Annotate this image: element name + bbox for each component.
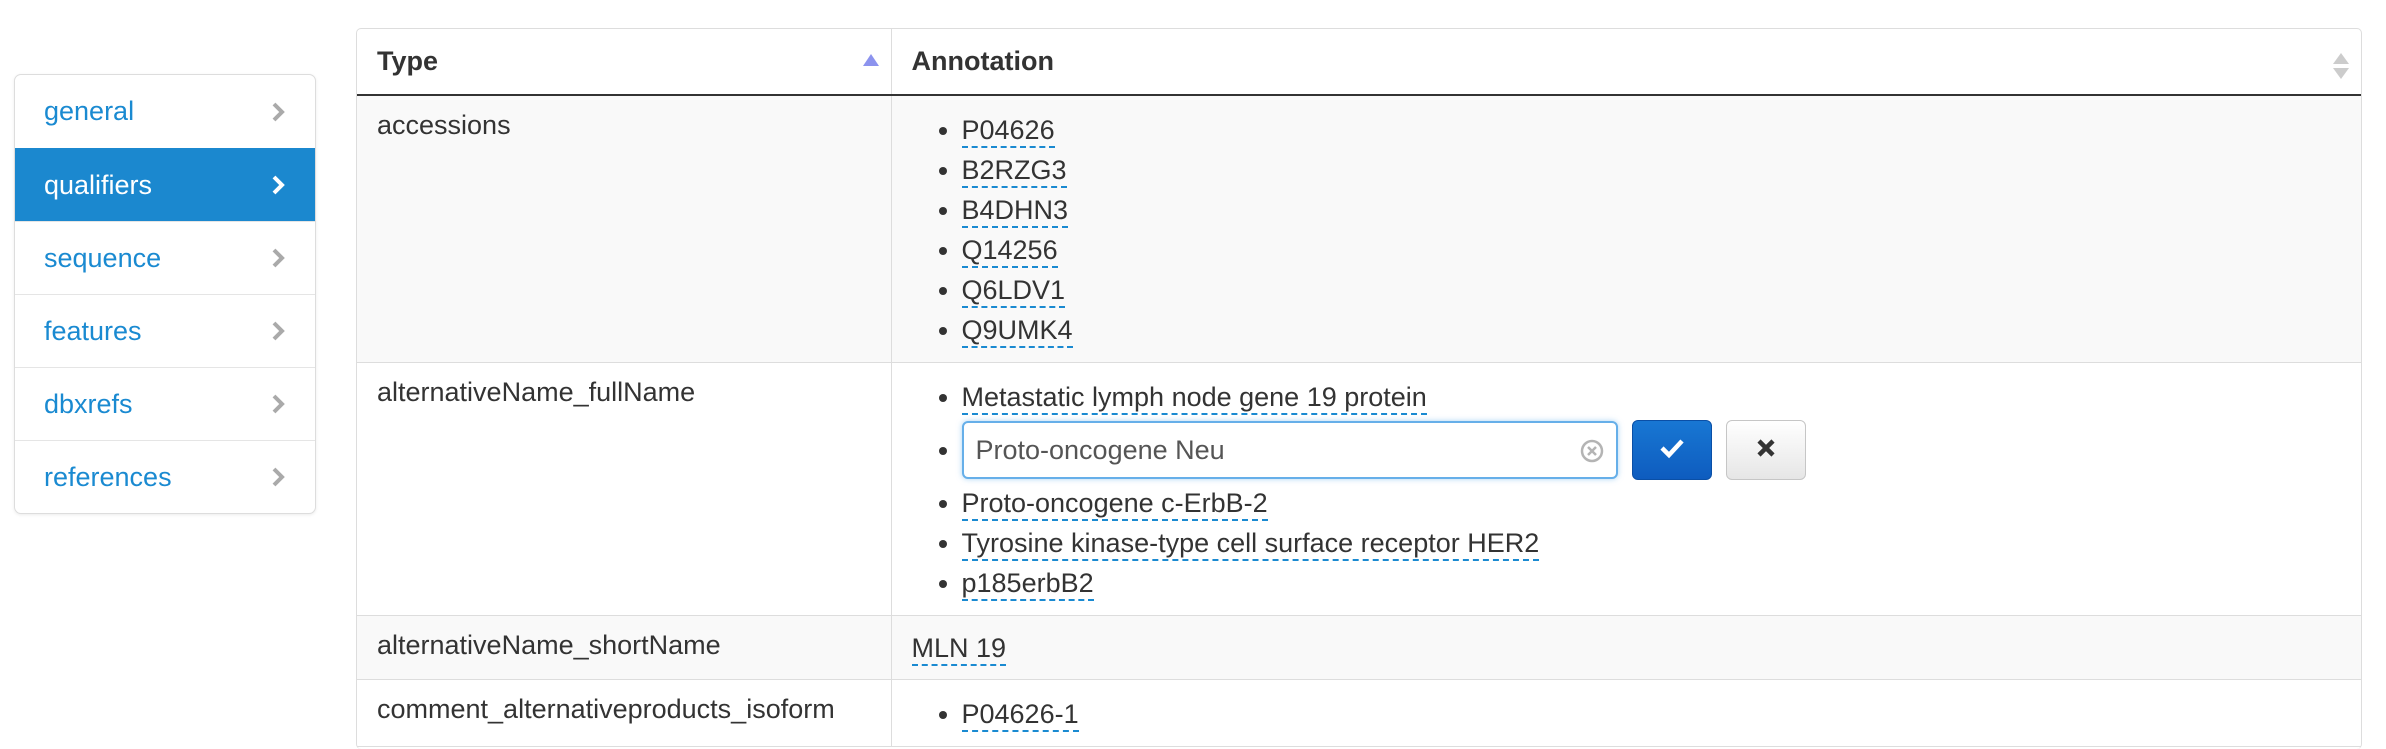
- editable-value[interactable]: P04626: [961, 115, 1055, 148]
- sidebar-item-label: references: [44, 461, 172, 492]
- editable-value[interactable]: Proto-oncogene c-ErbB-2: [961, 488, 1268, 521]
- column-header-type[interactable]: Type: [357, 29, 892, 96]
- value-list: P04626-1: [912, 680, 2342, 746]
- chevron-right-icon: [271, 101, 289, 123]
- type-cell: alternativeName_shortName: [357, 615, 892, 680]
- sidebar-item-features[interactable]: features: [15, 294, 315, 367]
- chevron-right-icon: [271, 393, 289, 415]
- column-header-annotation[interactable]: Annotation: [891, 29, 2361, 96]
- sidebar-nav: general qualifiers sequence features dbx…: [14, 74, 316, 514]
- column-header-label: Annotation: [911, 46, 1054, 76]
- list-item: B4DHN3: [961, 190, 2342, 230]
- editable-value[interactable]: p185erbB2: [961, 568, 1094, 601]
- annotation-cell: Metastatic lymph node gene 19 protein: [891, 363, 2361, 616]
- annotation-cell: P04626 B2RZG3 B4DHN3 Q14256 Q6LDV1 Q9UMK…: [891, 95, 2361, 363]
- editable-value[interactable]: Metastatic lymph node gene 19 protein: [961, 382, 1427, 415]
- check-icon: [1659, 430, 1685, 470]
- type-cell: alternativeName_fullName: [357, 362, 892, 616]
- editable-value[interactable]: B4DHN3: [961, 195, 1069, 228]
- table-row: alternativeName_fullName Metastatic lymp…: [357, 362, 2361, 616]
- table-row: comment_alternativeproducts_isoform P046…: [357, 679, 2361, 747]
- list-item: Metastatic lymph node gene 19 protein: [961, 377, 2342, 417]
- editable-value[interactable]: Q6LDV1: [961, 275, 1066, 308]
- list-item: P04626-1: [961, 694, 2342, 734]
- qualifiers-table: Type Annotation accessions P04626 B2RZG3…: [357, 29, 2361, 747]
- annotation-cell: P04626-1: [891, 680, 2361, 747]
- editable-value[interactable]: Q9UMK4: [961, 315, 1073, 348]
- sort-asc-icon: [862, 54, 879, 66]
- sidebar-item-dbxrefs[interactable]: dbxrefs: [15, 367, 315, 440]
- list-item-editing: [961, 418, 2342, 482]
- list-item: P04626: [961, 110, 2342, 150]
- sidebar-item-references[interactable]: references: [15, 440, 315, 513]
- sidebar-item-label: dbxrefs: [44, 388, 133, 419]
- editable-value[interactable]: Tyrosine kinase-type cell surface recept…: [961, 528, 1540, 561]
- sidebar-item-label: qualifiers: [44, 169, 153, 200]
- inline-edit-field: [961, 421, 1618, 479]
- sidebar-item-sequence[interactable]: sequence: [15, 221, 315, 294]
- sidebar-item-label: general: [44, 96, 135, 126]
- type-cell: accessions: [357, 95, 892, 363]
- editable-value[interactable]: P04626-1: [961, 699, 1079, 732]
- editable-value[interactable]: B2RZG3: [961, 155, 1067, 188]
- sidebar-item-label: sequence: [44, 242, 162, 273]
- chevron-right-icon: [271, 466, 289, 488]
- list-item: Tyrosine kinase-type cell surface recept…: [961, 523, 2342, 563]
- sort-both-icon: [2333, 53, 2349, 79]
- inline-editor: [961, 418, 2342, 482]
- list-item: Q14256: [961, 230, 2342, 270]
- chevron-right-icon: [271, 174, 289, 196]
- sidebar-item-label: features: [44, 315, 142, 346]
- list-item: p185erbB2: [961, 563, 2342, 603]
- list-item: Proto-oncogene c-ErbB-2: [961, 483, 2342, 523]
- chevron-right-icon: [271, 247, 289, 269]
- editable-value[interactable]: MLN 19: [911, 633, 1007, 666]
- inline-edit-input[interactable]: [963, 423, 1616, 477]
- sidebar-item-qualifiers[interactable]: qualifiers: [15, 148, 315, 221]
- list-item: B2RZG3: [961, 150, 2342, 190]
- close-icon: [1755, 430, 1777, 470]
- annotation-cell: MLN 19: [891, 615, 2361, 680]
- confirm-edit-button[interactable]: [1631, 420, 1712, 480]
- cancel-edit-button[interactable]: [1725, 420, 1806, 480]
- value-list: Metastatic lymph node gene 19 protein: [912, 363, 2342, 615]
- value-list: P04626 B2RZG3 B4DHN3 Q14256 Q6LDV1 Q9UMK…: [912, 96, 2342, 362]
- table-row: accessions P04626 B2RZG3 B4DHN3 Q14256 Q…: [357, 95, 2361, 363]
- chevron-right-icon: [271, 320, 289, 342]
- sidebar-item-general[interactable]: general: [15, 75, 315, 148]
- list-item: Q9UMK4: [961, 310, 2342, 350]
- table-row: alternativeName_shortName MLN 19: [357, 615, 2361, 680]
- editable-value[interactable]: Q14256: [961, 235, 1058, 268]
- list-item: Q6LDV1: [961, 270, 2342, 310]
- column-header-label: Type: [377, 46, 439, 76]
- qualifiers-panel: Type Annotation accessions P04626 B2RZG3…: [356, 28, 2362, 749]
- clear-circle-icon[interactable]: [1580, 439, 1604, 463]
- type-cell: comment_alternativeproducts_isoform: [357, 679, 892, 747]
